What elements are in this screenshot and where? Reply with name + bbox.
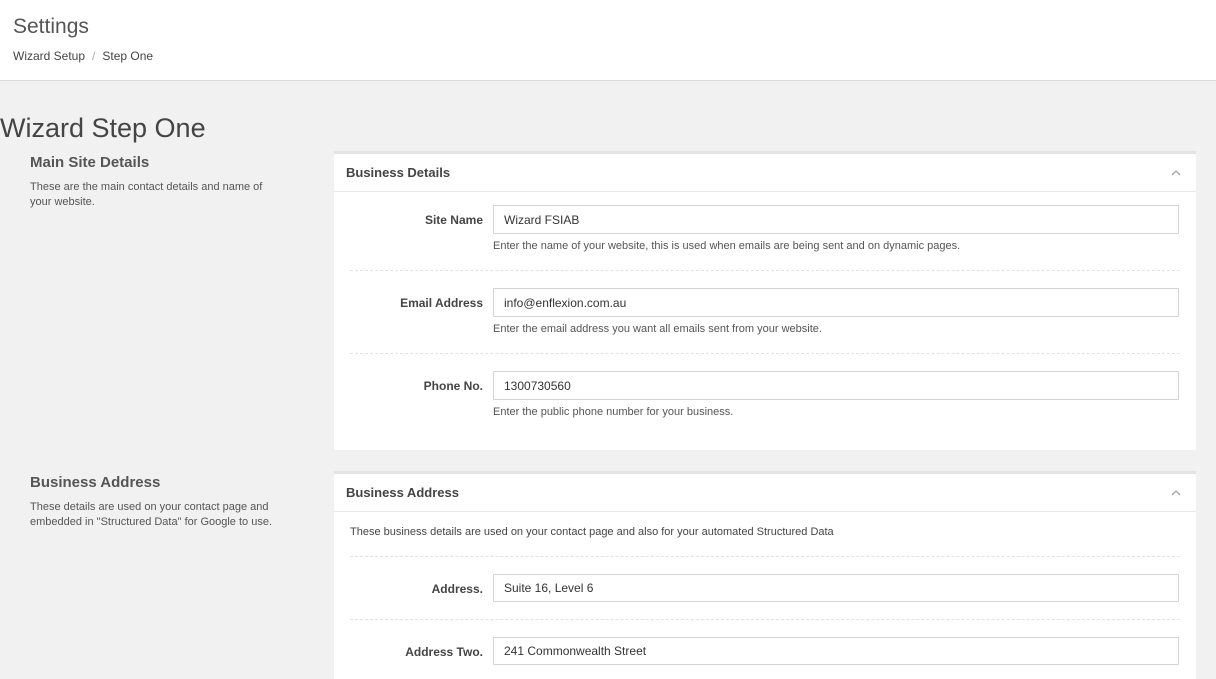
site-name-input[interactable]: [493, 205, 1179, 234]
business-address-info: Business Address These details are used …: [30, 474, 285, 530]
address-two-input[interactable]: [493, 637, 1179, 665]
form-row-phone: Phone No. Enter the public phone number …: [350, 354, 1180, 449]
email-input[interactable]: [493, 288, 1179, 317]
section-description: These details are used on your contact p…: [30, 501, 273, 528]
email-help: Enter the email address you want all ema…: [493, 323, 822, 335]
site-name-label: Site Name: [424, 213, 483, 227]
section-description: These are the main contact details and n…: [30, 181, 263, 208]
phone-label: Phone No.: [423, 379, 483, 393]
breadcrumb-item-wizard-setup[interactable]: Wizard Setup: [13, 49, 85, 63]
address-input[interactable]: [493, 574, 1179, 602]
form-row-email: Email Address Enter the email address yo…: [350, 271, 1180, 354]
main-site-details-info: Main Site Details These are the main con…: [30, 154, 285, 210]
chevron-up-icon[interactable]: [1169, 486, 1183, 500]
form-row-address: Address.: [350, 557, 1180, 620]
form-row-site-name: Site Name Enter the name of your website…: [350, 192, 1180, 271]
breadcrumb: Wizard Setup / Step One: [13, 49, 153, 63]
chevron-up-icon[interactable]: [1169, 166, 1183, 180]
header-title: Settings: [13, 15, 89, 38]
page-title: Wizard Step One: [0, 113, 206, 143]
form-row-address-two: Address Two.: [350, 620, 1180, 679]
site-name-help: Enter the name of your website, this is …: [493, 240, 961, 252]
phone-input[interactable]: [493, 371, 1179, 400]
panel-intro-text: These business details are used on your …: [350, 512, 1180, 557]
address-two-label: Address Two.: [405, 645, 483, 659]
business-address-panel: Business Address These business details …: [334, 471, 1196, 679]
breadcrumb-separator: /: [92, 49, 96, 63]
section-title: Main Site Details: [30, 154, 150, 171]
panel-header: Business Address: [334, 474, 1196, 512]
address-label: Address.: [431, 582, 483, 596]
panel-title: Business Address: [346, 485, 459, 500]
section-title: Business Address: [30, 474, 161, 491]
panel-title: Business Details: [346, 165, 451, 180]
email-label: Email Address: [400, 296, 483, 310]
phone-help: Enter the public phone number for your b…: [493, 406, 734, 418]
page-header: Settings Wizard Setup / Step One: [0, 0, 1216, 81]
business-details-panel: Business Details Site Name Enter the nam…: [334, 151, 1196, 450]
panel-header: Business Details: [334, 154, 1196, 192]
breadcrumb-item-step-one: Step One: [102, 49, 154, 63]
